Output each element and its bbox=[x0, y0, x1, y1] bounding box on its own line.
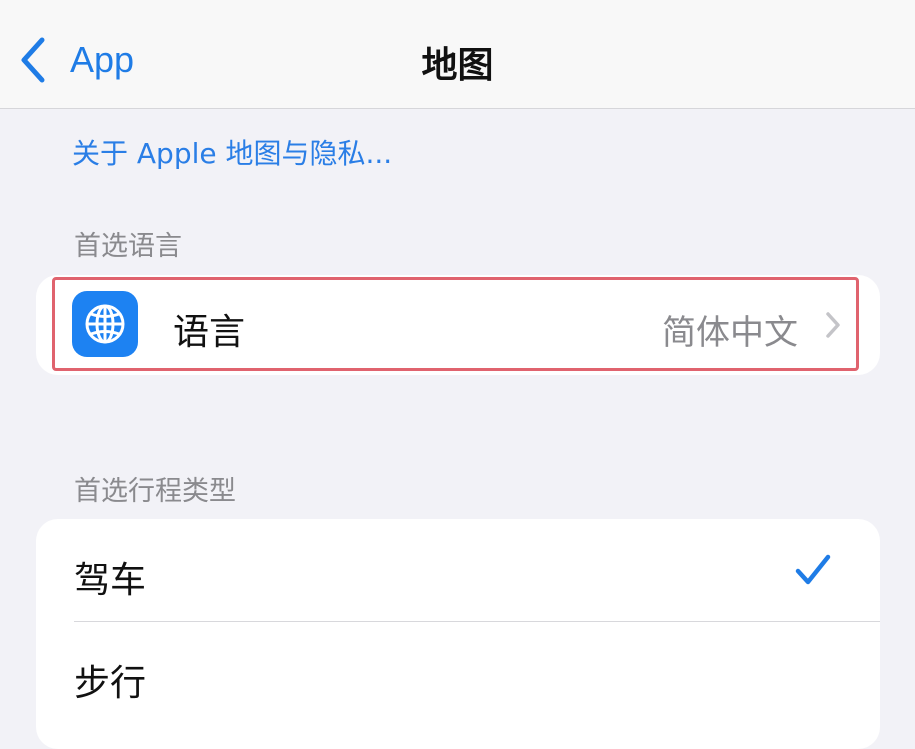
section-header-language: 首选语言 bbox=[74, 231, 182, 262]
language-card: 语言 简体中文 bbox=[36, 275, 880, 375]
travel-option-label: 步行 bbox=[74, 663, 147, 704]
navigation-bar: App 地图 bbox=[0, 0, 915, 109]
travel-type-card: 驾车 步行 bbox=[36, 519, 880, 749]
chevron-right-icon bbox=[826, 312, 840, 338]
travel-option-label: 驾车 bbox=[74, 560, 147, 601]
travel-option-driving[interactable]: 驾车 bbox=[36, 519, 880, 621]
language-row[interactable]: 语言 简体中文 bbox=[36, 275, 880, 375]
language-value: 简体中文 bbox=[662, 313, 798, 353]
globe-icon bbox=[72, 291, 138, 357]
section-header-travel: 首选行程类型 bbox=[74, 476, 236, 507]
page-title: 地图 bbox=[421, 45, 494, 86]
checkmark-icon bbox=[795, 554, 831, 585]
language-label: 语言 bbox=[173, 312, 246, 353]
privacy-link[interactable]: 关于 Apple 地图与隐私... bbox=[72, 132, 392, 172]
travel-option-walking[interactable]: 步行 bbox=[36, 622, 880, 724]
